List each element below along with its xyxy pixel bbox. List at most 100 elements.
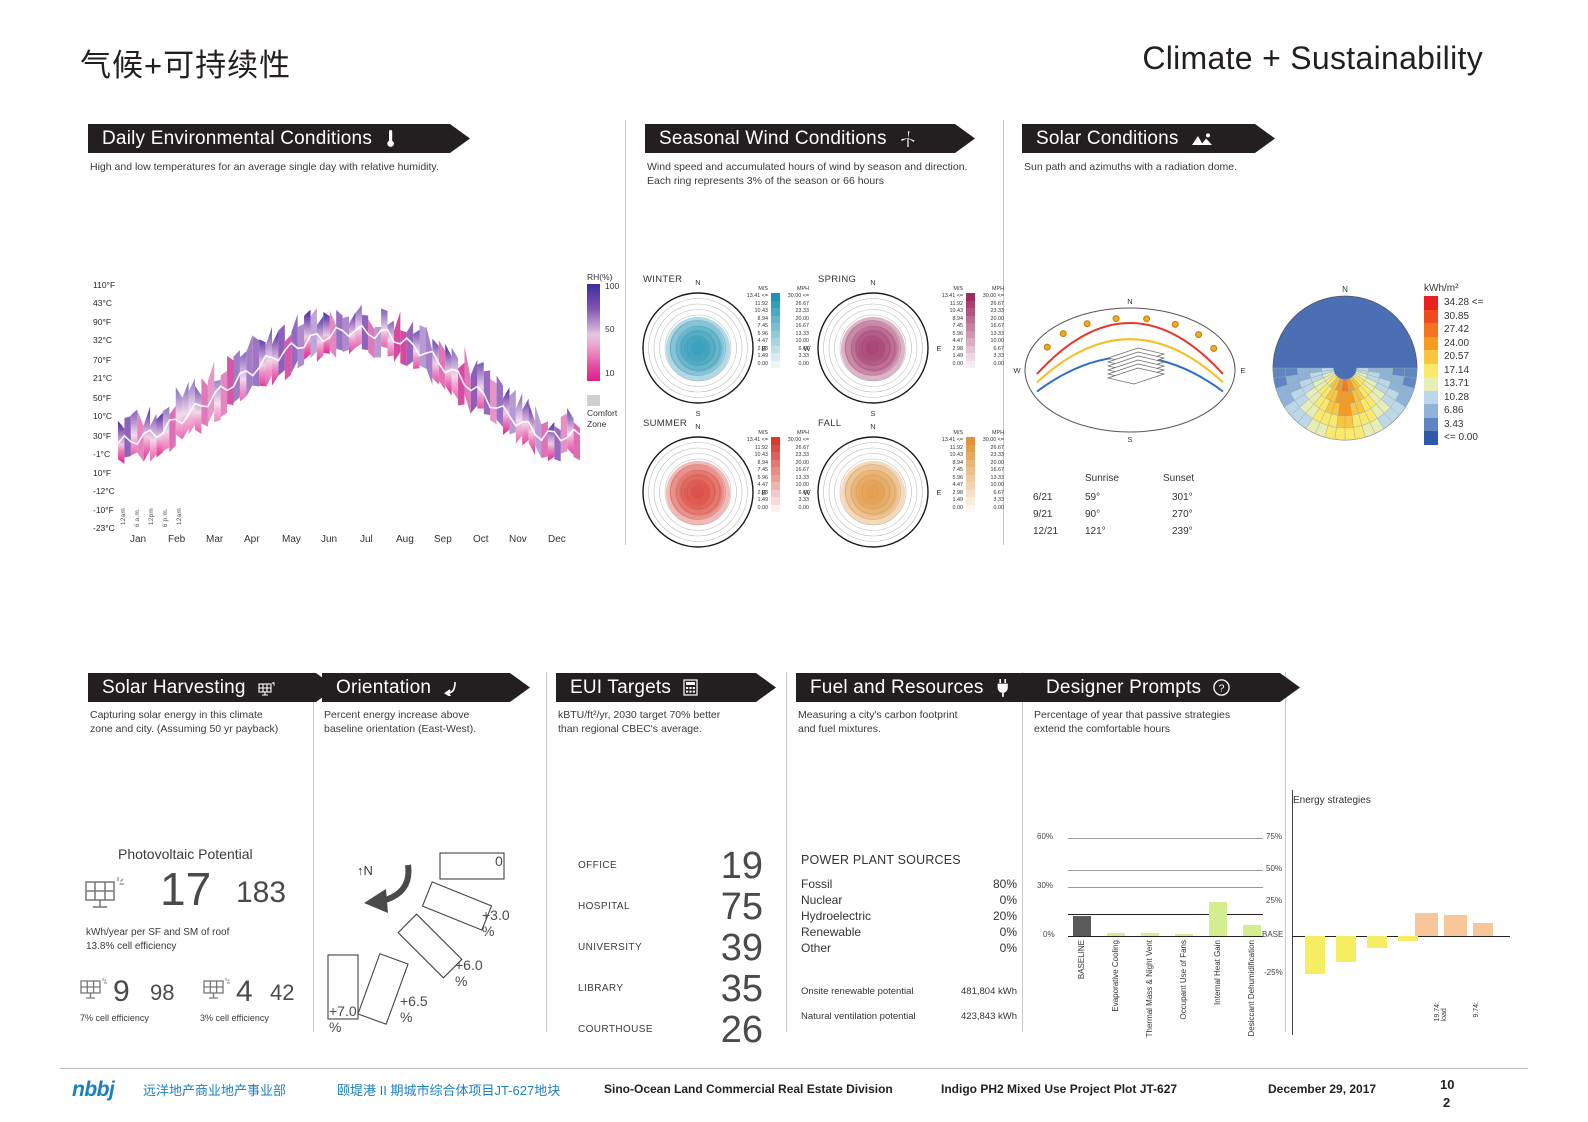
banner-daily-environmental: Daily Environmental Conditions (88, 124, 470, 153)
radiation-legend-swatch (1424, 336, 1438, 350)
subtitle-solar-conditions: Sun path and azimuths with a radiation d… (1024, 161, 1238, 173)
orientation-north-label: ↑N (357, 863, 373, 878)
eui-value: 75 (720, 885, 763, 928)
banner-fuel-resources: Fuel and Resources (796, 673, 1054, 702)
svg-text:E: E (1240, 366, 1245, 375)
eui-table: OFFICE 19 HOSPITAL 75 UNIVERSITY 39 LIBR… (578, 845, 763, 1050)
radiation-legend-label: 30.85 (1444, 310, 1470, 322)
comfort-zone-swatch (587, 395, 600, 406)
banner-orientation: Orientation (322, 673, 530, 702)
wind-turbine-icon (899, 130, 917, 148)
power-source-row-renewable: Renewable 0% (801, 924, 1017, 940)
energy-bar-neg-3 (1367, 936, 1387, 948)
resource-value: 481,804 kWh (961, 986, 1017, 997)
energy-ytick-neg25: -25% (1264, 968, 1283, 977)
radiation-legend-label: 13.71 (1444, 378, 1470, 390)
banner-label: Designer Prompts (1046, 676, 1202, 698)
eui-label: OFFICE (578, 860, 618, 871)
pv-alt-0-sm: 98 (150, 980, 175, 1005)
prompt-gridline-30 (1068, 887, 1263, 888)
pv-potential-title: Photovoltaic Potential (118, 846, 253, 862)
rotate-arrow-icon (443, 680, 459, 696)
svg-text:W: W (1013, 366, 1021, 375)
energy-ytick-25: 25% (1266, 896, 1283, 905)
month-label-jan: Jan (130, 534, 147, 545)
prompt-bar-evaporative (1107, 933, 1125, 936)
prompt-bar-baseline (1073, 916, 1091, 936)
subtitle-seasonal-wind: Wind speed and accumulated hours of wind… (647, 161, 968, 187)
temp-tick-3: 50°F 10°C (93, 393, 112, 421)
temp-tick-6: -10°F -23°C (93, 505, 115, 533)
energy-ytick-75: 75% (1266, 832, 1283, 841)
divider-vertical-7 (1285, 672, 1286, 1032)
pv-alt-1-sf: 4 (236, 975, 253, 1008)
footer-project-cn: 颐堤港 II 期城市综合体项目JT-627地块 (337, 1083, 561, 1098)
prompt-ytick-0: 0% (1043, 930, 1055, 939)
svg-text:N: N (870, 278, 875, 287)
radiation-legend-swatch (1424, 309, 1438, 323)
footer-divider (60, 1068, 1528, 1069)
sun-row-date-2: 12/21 (1033, 526, 1059, 537)
month-label-jul: Jul (360, 534, 373, 545)
svg-text:N: N (1127, 297, 1132, 306)
sun-row-date-1: 9/21 (1033, 509, 1053, 520)
sun-table-header-sunset: Sunset (1163, 473, 1195, 484)
svg-text:?: ? (1219, 682, 1225, 694)
eui-label: LIBRARY (578, 983, 624, 994)
banner-label: EUI Targets (570, 676, 672, 698)
prompt-xlabel-fans: Occupant Use of Fans (1179, 940, 1188, 1020)
sun-row-date-0: 6/21 (1033, 492, 1053, 503)
radiation-legend-row: 34.28 <= (1424, 296, 1483, 310)
prompt-gridline-60 (1068, 838, 1263, 839)
energy-bar-neg-2 (1336, 936, 1356, 962)
energy-annotation-0: 19.74: load (1434, 1002, 1448, 1022)
radiation-legend-row: <= 0.00 (1424, 431, 1483, 445)
radiation-legend-row: 6.86 (1424, 404, 1483, 418)
temp-tick-2: 70°F 21°C (93, 355, 112, 383)
power-source-value: 80% (992, 877, 1017, 891)
energy-bar-pos-2 (1444, 915, 1467, 936)
prompt-baseline-axis (1068, 936, 1263, 938)
power-source-row-fossil: Fossil 80% (801, 876, 1017, 892)
energy-bar-pos-3 (1473, 923, 1493, 936)
banner-label: Daily Environmental Conditions (102, 127, 373, 149)
power-plant-sources-block: POWER PLANT SOURCES Fossil 80% Nuclear 0… (801, 853, 1017, 1024)
prompt-xlabel-dehumidification: Desiccant Dehumidification (1247, 940, 1256, 1037)
month-label-apr: Apr (244, 534, 260, 545)
eui-row-courthouse: COURTHOUSE 26 (578, 1009, 763, 1050)
orientation-step-2: +6.0 % (455, 957, 483, 989)
prompt-ytick-30: 30% (1037, 881, 1054, 890)
pv-alt-0-sf: 9 (113, 975, 130, 1008)
prompt-bar-thermal-mass (1141, 933, 1159, 936)
svg-text:N: N (870, 422, 875, 431)
divider-vertical-1 (625, 120, 626, 545)
sun-row-sunrise-1: 90° (1085, 509, 1101, 520)
month-label-mar: Mar (206, 534, 224, 545)
resource-value: 423,843 kWh (961, 1011, 1017, 1022)
prompt-xlabel-internal-heat-gain: Internal Heat Gain (1213, 940, 1222, 1005)
svg-text:N: N (1342, 285, 1348, 294)
eui-label: HOSPITAL (578, 901, 630, 912)
resource-row-natvent: Natural ventilation potential 423,843 kW… (801, 1009, 1017, 1024)
radiation-legend-row: 30.85 (1424, 309, 1483, 323)
subtitle-orientation: Percent energy increase above baseline o… (324, 709, 477, 735)
solar-panel-icon-large (84, 874, 126, 915)
power-source-name: Fossil (801, 877, 833, 891)
energy-strategies-title: Energy strategies (1293, 795, 1371, 806)
prompt-xlabel-baseline: BASELINE (1077, 940, 1086, 980)
eui-label: COURTHOUSE (578, 1024, 653, 1035)
subtitle-fuel-resources: Measuring a city's carbon footprint and … (798, 709, 958, 735)
energy-y-axis (1292, 790, 1293, 1035)
radiation-legend-swatch (1424, 417, 1438, 431)
footer-date: December 29, 2017 (1268, 1082, 1377, 1096)
orientation-step-0: 0 (495, 853, 503, 869)
energy-annotation-1: 9.74: (1473, 1002, 1480, 1018)
footer-client-cn: 远洋地产商业地产事业部 (143, 1083, 287, 1098)
energy-ytick-base: BASE (1262, 930, 1284, 939)
eui-value: 19 (720, 844, 763, 887)
radiation-legend-label: <= 0.00 (1444, 432, 1478, 444)
sun-row-sunset-1: 270° (1172, 509, 1193, 520)
power-source-row-hydro: Hydroelectric 20% (801, 908, 1017, 924)
banner-solar-harvesting: Solar Harvesting (88, 673, 336, 702)
orientation-step-3: +6.5 % (400, 993, 428, 1025)
